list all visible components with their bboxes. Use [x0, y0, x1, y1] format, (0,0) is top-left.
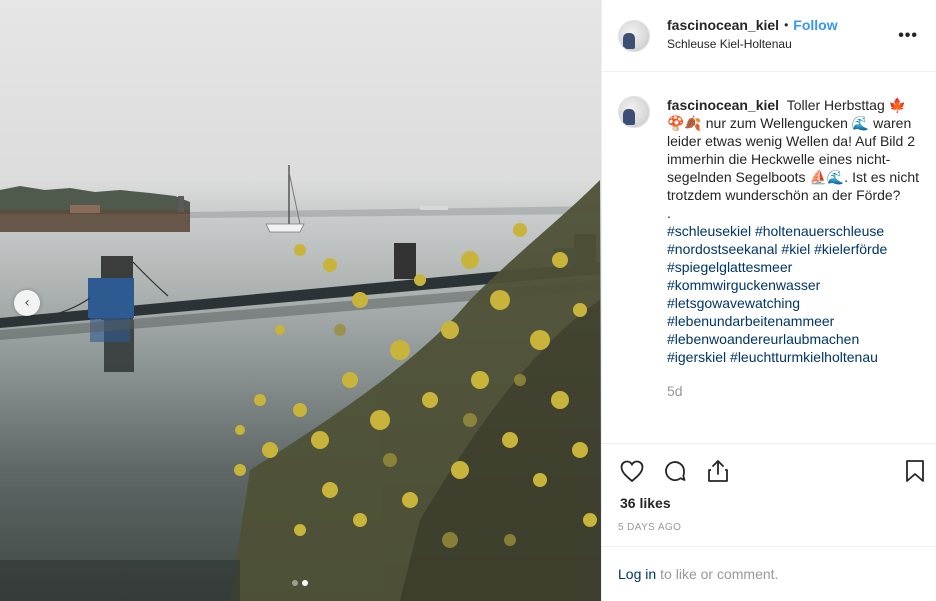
- caption-username-link[interactable]: fascinocean_kiel: [667, 97, 779, 113]
- carousel-dots: [292, 580, 308, 586]
- caption-section: fascinocean_kiel Toller Herbsttag 🍁🍄🍂 nu…: [602, 72, 936, 444]
- avatar[interactable]: [618, 19, 650, 52]
- bookmark-icon: [906, 460, 924, 482]
- like-button[interactable]: [618, 457, 646, 485]
- heart-icon: [620, 460, 644, 482]
- action-bar: [618, 456, 924, 486]
- hashtag-link[interactable]: #nordostseekanal: [667, 241, 778, 257]
- share-button[interactable]: [704, 457, 732, 485]
- caption-text: fascinocean_kiel Toller Herbsttag 🍁🍄🍂 nu…: [667, 96, 921, 443]
- hashtag-link[interactable]: #schleusekiel: [667, 223, 751, 239]
- hashtag-link[interactable]: #lebenundarbeitenammeer: [667, 313, 834, 329]
- hashtag-link[interactable]: #kielerförde: [814, 241, 887, 257]
- save-button[interactable]: [901, 457, 929, 485]
- caption-body: fascinocean_kiel Toller Herbsttag 🍁🍄🍂 nu…: [667, 96, 921, 204]
- hashtag-link[interactable]: #leuchtturmkielholtenau: [730, 349, 878, 365]
- carousel-prev-button[interactable]: ‹: [14, 290, 40, 316]
- post-photo[interactable]: ‹: [0, 0, 601, 601]
- separator-dot: •: [784, 18, 789, 32]
- login-link[interactable]: Log in: [618, 566, 656, 582]
- post-side-panel: fascinocean_kiel • Follow Schleuse Kiel-…: [601, 0, 936, 601]
- hashtag-link[interactable]: #spiegelglattesmeer: [667, 259, 792, 275]
- caption-age[interactable]: 5d: [667, 382, 921, 400]
- hashtag-list: #schleusekiel #holtenauerschleuse #nordo…: [667, 222, 921, 366]
- login-prompt-text: to like or comment.: [660, 566, 779, 582]
- hashtag-link[interactable]: #kiel: [781, 241, 810, 257]
- chevron-left-icon: ‹: [24, 295, 30, 311]
- follow-button[interactable]: Follow: [793, 16, 837, 34]
- likes-count[interactable]: 36 likes: [620, 495, 671, 511]
- location-link[interactable]: Schleuse Kiel-Holtenau: [667, 37, 838, 51]
- hashtag-link[interactable]: #lebenwoandereurlaubmachen: [667, 331, 859, 347]
- more-options-button[interactable]: •••: [898, 28, 918, 44]
- share-icon: [708, 460, 728, 482]
- hashtag-link[interactable]: #letsgowavewatching: [667, 295, 800, 311]
- hashtag-link[interactable]: #kommwirguckenwasser: [667, 277, 820, 293]
- header-meta: fascinocean_kiel • Follow Schleuse Kiel-…: [667, 16, 838, 51]
- caption-dot-line: .: [667, 205, 671, 221]
- hashtag-link[interactable]: #igerskiel: [667, 349, 726, 365]
- login-bar: Log in to like or comment.: [602, 546, 936, 601]
- comment-icon: [665, 461, 686, 481]
- post-date[interactable]: 5 DAYS AGO: [618, 522, 681, 533]
- caption-avatar[interactable]: [618, 96, 650, 128]
- carousel-dot-active: [302, 580, 308, 586]
- header-row: fascinocean_kiel • Follow: [667, 16, 838, 34]
- hashtag-link[interactable]: #holtenauerschleuse: [755, 223, 884, 239]
- photo-scene: [0, 165, 601, 601]
- post-header: fascinocean_kiel • Follow Schleuse Kiel-…: [602, 0, 936, 72]
- username-link[interactable]: fascinocean_kiel: [667, 16, 779, 34]
- carousel-dot: [292, 580, 298, 586]
- comment-button[interactable]: [661, 457, 689, 485]
